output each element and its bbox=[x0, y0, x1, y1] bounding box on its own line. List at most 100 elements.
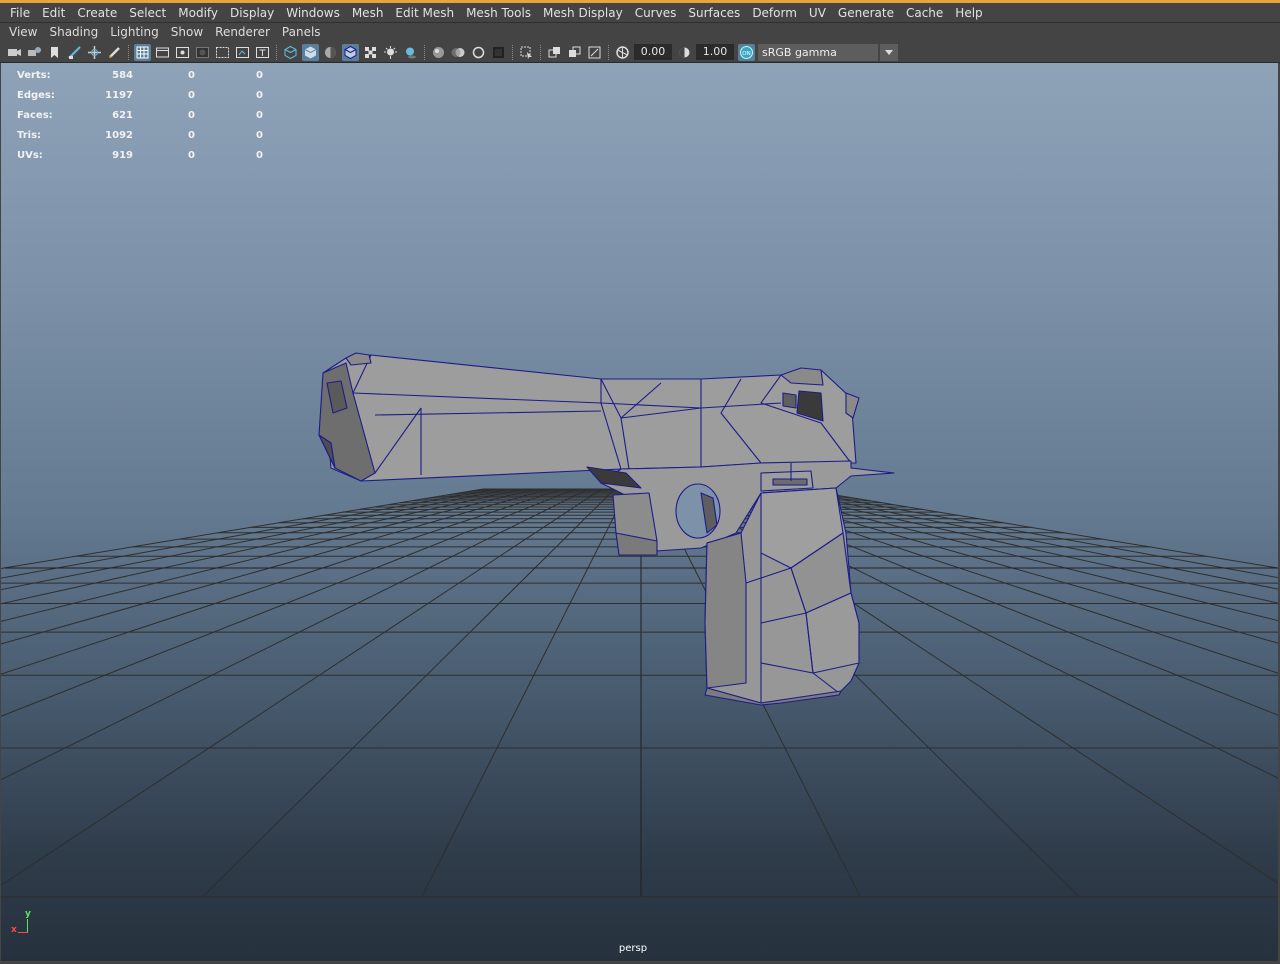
grid-line bbox=[1, 488, 536, 622]
use-default-material-icon[interactable] bbox=[322, 44, 339, 61]
menu-modify[interactable]: Modify bbox=[172, 3, 224, 23]
panel-toolbar: ON sRGB gamma bbox=[0, 42, 1280, 63]
panel-menu-lighting[interactable]: Lighting bbox=[104, 23, 165, 42]
hud-label: Edges: bbox=[17, 89, 55, 101]
panel-menu-renderer[interactable]: Renderer bbox=[209, 23, 276, 42]
camera-name-label: persp bbox=[618, 943, 648, 954]
grid-line bbox=[772, 488, 1278, 590]
menu-display[interactable]: Display bbox=[224, 3, 280, 23]
textured-icon[interactable] bbox=[362, 44, 379, 61]
menu-file[interactable]: File bbox=[4, 3, 36, 23]
grid-line bbox=[1, 488, 510, 591]
wireframe-cube-icon[interactable] bbox=[282, 44, 299, 61]
film-gate-icon[interactable] bbox=[154, 44, 171, 61]
hud-value: 0 bbox=[256, 89, 263, 101]
hud-value: 621 bbox=[112, 109, 133, 121]
pistol-mesh[interactable] bbox=[318, 352, 895, 706]
pencil-icon[interactable] bbox=[106, 44, 123, 61]
gamma-field[interactable] bbox=[696, 44, 734, 60]
menu-mesh-display[interactable]: Mesh Display bbox=[537, 3, 629, 23]
main-menubar: File Edit Create Select Modify Display W… bbox=[0, 3, 1280, 23]
panel-menu-show[interactable]: Show bbox=[165, 23, 209, 42]
grid-line bbox=[785, 488, 1278, 579]
camera-attributes-icon[interactable] bbox=[26, 44, 43, 61]
menu-generate[interactable]: Generate bbox=[832, 3, 900, 23]
toolbar-separator bbox=[608, 44, 610, 60]
hud-value: 0 bbox=[188, 149, 195, 161]
hud-value: 1092 bbox=[105, 129, 133, 141]
grid-line bbox=[421, 488, 629, 897]
safe-title-icon[interactable] bbox=[254, 44, 271, 61]
anti-aliasing-icon[interactable] bbox=[470, 44, 487, 61]
menu-edit-mesh[interactable]: Edit Mesh bbox=[389, 3, 460, 23]
panel-menu-shading[interactable]: Shading bbox=[43, 23, 104, 42]
menu-help[interactable]: Help bbox=[949, 3, 988, 23]
lighting-icon[interactable] bbox=[382, 44, 399, 61]
poly-count-hud: Verts: 584 0 0 Edges: 1197 0 0 Faces: 62… bbox=[17, 65, 263, 165]
hud-value: 0 bbox=[188, 69, 195, 81]
menu-select[interactable]: Select bbox=[123, 3, 172, 23]
bookmark-icon[interactable] bbox=[46, 44, 63, 61]
smooth-shade-cube-icon[interactable] bbox=[302, 43, 319, 61]
grid-line bbox=[1, 488, 563, 675]
menu-windows[interactable]: Windows bbox=[280, 3, 346, 23]
toolbar-separator bbox=[276, 44, 278, 60]
view-transform-toggle-icon[interactable]: ON bbox=[738, 43, 755, 61]
menu-surfaces[interactable]: Surfaces bbox=[682, 3, 746, 23]
xray-active-components-icon[interactable] bbox=[566, 44, 583, 61]
hud-value: 0 bbox=[256, 149, 263, 161]
grid-line bbox=[1, 488, 484, 570]
xray-icon[interactable] bbox=[546, 44, 563, 61]
gate-mask-icon[interactable] bbox=[194, 44, 211, 61]
panel-menu-panels[interactable]: Panels bbox=[276, 23, 327, 42]
xray-joints-icon[interactable] bbox=[586, 44, 603, 61]
toolbar-separator bbox=[540, 44, 542, 60]
hud-value: 919 bbox=[112, 149, 133, 161]
viewport-scene[interactable] bbox=[1, 63, 1278, 961]
depth-of-field-icon[interactable] bbox=[490, 44, 507, 61]
hud-value: 584 bbox=[112, 69, 133, 81]
menu-create[interactable]: Create bbox=[71, 3, 123, 23]
color-space-dropdown[interactable]: sRGB gamma bbox=[758, 43, 878, 61]
hud-label: UVs: bbox=[17, 149, 43, 161]
shadows-icon[interactable] bbox=[402, 44, 419, 61]
wireframe-on-shaded-icon[interactable] bbox=[342, 43, 359, 61]
resolution-gate-icon[interactable] bbox=[174, 44, 191, 61]
axis-x-label: x bbox=[11, 925, 17, 935]
menu-uv[interactable]: UV bbox=[803, 3, 832, 23]
persp-viewport[interactable]: Verts: 584 0 0 Edges: 1197 0 0 Faces: 62… bbox=[1, 63, 1278, 961]
menu-curves[interactable]: Curves bbox=[629, 3, 683, 23]
field-chart-icon[interactable] bbox=[214, 44, 231, 61]
hud-value: 0 bbox=[188, 129, 195, 141]
grid-toggle-icon[interactable] bbox=[134, 43, 151, 61]
select-camera-icon[interactable] bbox=[6, 44, 23, 61]
axis-y-line bbox=[27, 919, 28, 933]
grid-line bbox=[1, 488, 589, 781]
toolbar-separator bbox=[512, 44, 514, 60]
motion-blur-icon[interactable] bbox=[450, 44, 467, 61]
image-plane-icon[interactable] bbox=[66, 44, 83, 61]
hud-row-faces: Faces: 621 0 0 bbox=[17, 105, 263, 125]
menu-edit[interactable]: Edit bbox=[36, 3, 71, 23]
menu-mesh[interactable]: Mesh bbox=[346, 3, 390, 23]
gamma-icon[interactable] bbox=[676, 44, 693, 61]
move-grid-icon[interactable] bbox=[86, 44, 103, 61]
safe-action-icon[interactable] bbox=[234, 44, 251, 61]
axis-x-line bbox=[18, 932, 28, 933]
menu-cache[interactable]: Cache bbox=[900, 3, 949, 23]
grid-line bbox=[1, 488, 602, 886]
exposure-icon[interactable] bbox=[614, 44, 631, 61]
hud-row-verts: Verts: 584 0 0 bbox=[17, 65, 263, 85]
isolate-select-icon[interactable] bbox=[518, 44, 535, 61]
grid-line bbox=[1, 488, 550, 645]
hud-row-uvs: UVs: 919 0 0 bbox=[17, 145, 263, 165]
panel-menu-view[interactable]: View bbox=[3, 23, 43, 42]
menu-mesh-tools[interactable]: Mesh Tools bbox=[460, 3, 537, 23]
exposure-field[interactable] bbox=[634, 44, 672, 60]
screen-space-ao-icon[interactable] bbox=[430, 44, 447, 61]
menu-deform[interactable]: Deform bbox=[746, 3, 803, 23]
chevron-down-icon[interactable] bbox=[880, 43, 898, 61]
hud-label: Tris: bbox=[17, 129, 42, 141]
hud-value: 0 bbox=[256, 69, 263, 81]
hud-value: 1197 bbox=[105, 89, 133, 101]
